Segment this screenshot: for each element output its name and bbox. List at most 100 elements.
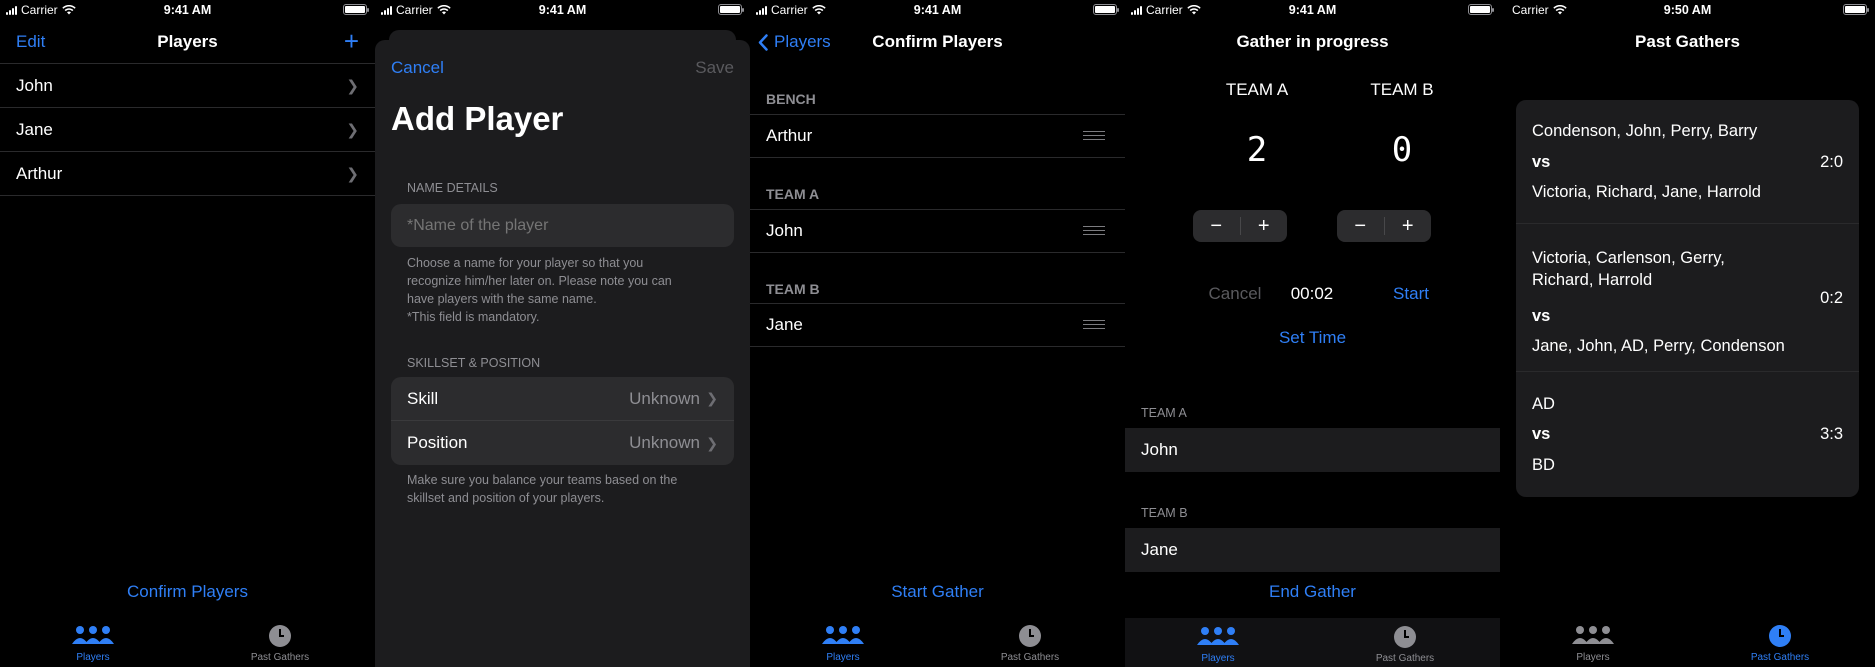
tab-past-gathers[interactable]: Past Gathers (1720, 621, 1840, 663)
team-b-player-row[interactable]: Jane (750, 303, 1125, 347)
gather-row[interactable]: Condenson, John, Perry, Barry vs Victori… (1516, 100, 1859, 224)
chevron-right-icon: ❯ (346, 165, 359, 183)
tab-label: Players (826, 652, 860, 663)
help-line: Make sure you balance your teams based o… (407, 473, 678, 487)
team-a-line: Richard, Harrold (1532, 271, 1653, 289)
status-bar: Carrier 9:41 AM (375, 0, 750, 20)
battery-icon (718, 4, 744, 15)
drag-handle-icon[interactable] (1083, 131, 1105, 141)
vs-label: vs (1532, 307, 1551, 325)
nav-bar: Gather in progress (1125, 22, 1500, 62)
player-row[interactable]: John ❯ (0, 64, 375, 108)
modal-sheet: Cancel Save Add Player NAME DETAILS Choo… (375, 40, 750, 667)
tab-past-gathers[interactable]: Past Gathers (970, 621, 1090, 663)
people-icon (1158, 622, 1278, 652)
name-help-text: Choose a name for your player so that yo… (407, 254, 672, 326)
skill-row[interactable]: Skill Unknown ❯ (391, 377, 734, 421)
gather-row[interactable]: Victoria, Carlenson, Gerry, Richard, Har… (1516, 224, 1859, 372)
tab-players[interactable]: Players (33, 621, 153, 663)
tab-label: Players (1576, 652, 1610, 663)
tab-label: Past Gathers (250, 652, 310, 663)
players-screen: Carrier 9:41 AM Edit Players + John ❯ Ja… (0, 0, 375, 667)
chevron-right-icon: ❯ (706, 390, 718, 406)
clock-icon (970, 621, 1090, 651)
gather-row[interactable]: AD vs BD 3:3 (1516, 372, 1859, 497)
battery-icon (1843, 4, 1869, 15)
drag-handle-icon[interactable] (1083, 320, 1105, 330)
status-bar: Carrier 9:41 AM (0, 0, 375, 20)
team-b-names: BD (1532, 456, 1555, 474)
tab-players[interactable]: Players (1158, 622, 1278, 664)
tab-label: Past Gathers (1375, 653, 1435, 664)
team-a-stepper: − + (1193, 210, 1287, 242)
bench-player-row[interactable]: Arthur (750, 114, 1125, 158)
score: 0:2 (1820, 289, 1843, 307)
page-title: Confirm Players (872, 32, 1003, 51)
gather-in-progress-screen: Carrier 9:41 AM Gather in progress TEAM … (1125, 0, 1500, 667)
team-b-names: Victoria, Richard, Jane, Harrold (1532, 183, 1761, 201)
team-b-increment-button[interactable]: + (1385, 210, 1432, 242)
team-a-decrement-button[interactable]: − (1193, 216, 1241, 236)
section-header: TEAM A (766, 186, 820, 202)
drag-handle-icon[interactable] (1083, 226, 1105, 236)
start-gather-button[interactable]: Start Gather (750, 582, 1125, 602)
team-b-score: 0 (1391, 130, 1413, 170)
vs-label: vs (1532, 425, 1551, 443)
gathers-list: Condenson, John, Perry, Barry vs Victori… (1516, 100, 1859, 497)
status-bar: Carrier 9:41 AM (1125, 0, 1500, 20)
tab-bar: Players Past Gathers (1500, 617, 1875, 667)
help-line: Choose a name for your player so that yo… (407, 256, 644, 270)
battery-icon (1468, 4, 1494, 15)
clock-icon (220, 621, 340, 651)
score: 2:0 (1820, 153, 1843, 171)
set-time-button[interactable]: Set Time (1125, 328, 1500, 348)
position-row[interactable]: Position Unknown ❯ (391, 421, 734, 465)
team-b-decrement-button[interactable]: − (1337, 216, 1385, 236)
tab-players[interactable]: Players (783, 621, 903, 663)
section-header: SKILLSET & POSITION (407, 356, 541, 370)
nav-bar: Past Gathers (1500, 22, 1875, 62)
section-header: TEAM B (1141, 506, 1188, 520)
clock: 9:41 AM (538, 3, 587, 17)
page-title: Players (157, 32, 218, 51)
team-a-score: 2 (1246, 130, 1268, 170)
player-row[interactable]: Jane ❯ (0, 108, 375, 152)
tab-past-gathers[interactable]: Past Gathers (1345, 622, 1465, 664)
vs-label: vs (1532, 153, 1551, 171)
score: 3:3 (1820, 425, 1843, 443)
page-title: Gather in progress (1236, 32, 1389, 51)
player-row[interactable]: Arthur ❯ (0, 152, 375, 196)
team-a-increment-button[interactable]: + (1241, 210, 1288, 242)
player-name: John (766, 221, 803, 240)
clock-icon (1345, 622, 1465, 652)
cancel-button[interactable]: Cancel (391, 58, 444, 78)
add-player-button[interactable]: + (344, 26, 359, 57)
tab-label: Players (76, 652, 110, 663)
section-header: BENCH (766, 91, 816, 107)
team-a-names: Condenson, John, Perry, Barry (1532, 122, 1758, 140)
save-button[interactable]: Save (695, 58, 734, 78)
sheet-title: Add Player (391, 100, 564, 137)
clock: 9:41 AM (913, 3, 962, 17)
skill-group: Skill Unknown ❯ Position Unknown ❯ (391, 377, 734, 465)
tab-past-gathers[interactable]: Past Gathers (220, 621, 340, 663)
tab-label: Past Gathers (1000, 652, 1060, 663)
end-gather-button[interactable]: End Gather (1125, 582, 1500, 602)
start-timer-button[interactable]: Start (1351, 284, 1471, 304)
add-player-screen: Carrier 9:41 AM Cancel Save Add Player N… (375, 0, 750, 667)
chevron-right-icon: ❯ (706, 434, 718, 451)
team-a-player-row[interactable]: John (750, 209, 1125, 253)
confirm-players-button[interactable]: Confirm Players (0, 582, 375, 602)
section-header: TEAM A (1141, 406, 1187, 420)
help-line: *This field is mandatory. (407, 310, 540, 324)
page-title: Past Gathers (1635, 32, 1740, 51)
player-name: Jane (766, 315, 803, 334)
skill-help-text: Make sure you balance your teams based o… (407, 471, 677, 507)
team-a-names: Victoria, Carlenson, Gerry, Richard, Har… (1532, 247, 1725, 291)
tab-label: Past Gathers (1750, 652, 1810, 663)
player-name-input[interactable] (391, 204, 734, 247)
team-a-player-row: John (1125, 428, 1500, 472)
team-a-line: Victoria, Carlenson, Gerry, (1532, 249, 1725, 267)
clock: 9:50 AM (1663, 3, 1712, 17)
tab-players[interactable]: Players (1533, 621, 1653, 663)
